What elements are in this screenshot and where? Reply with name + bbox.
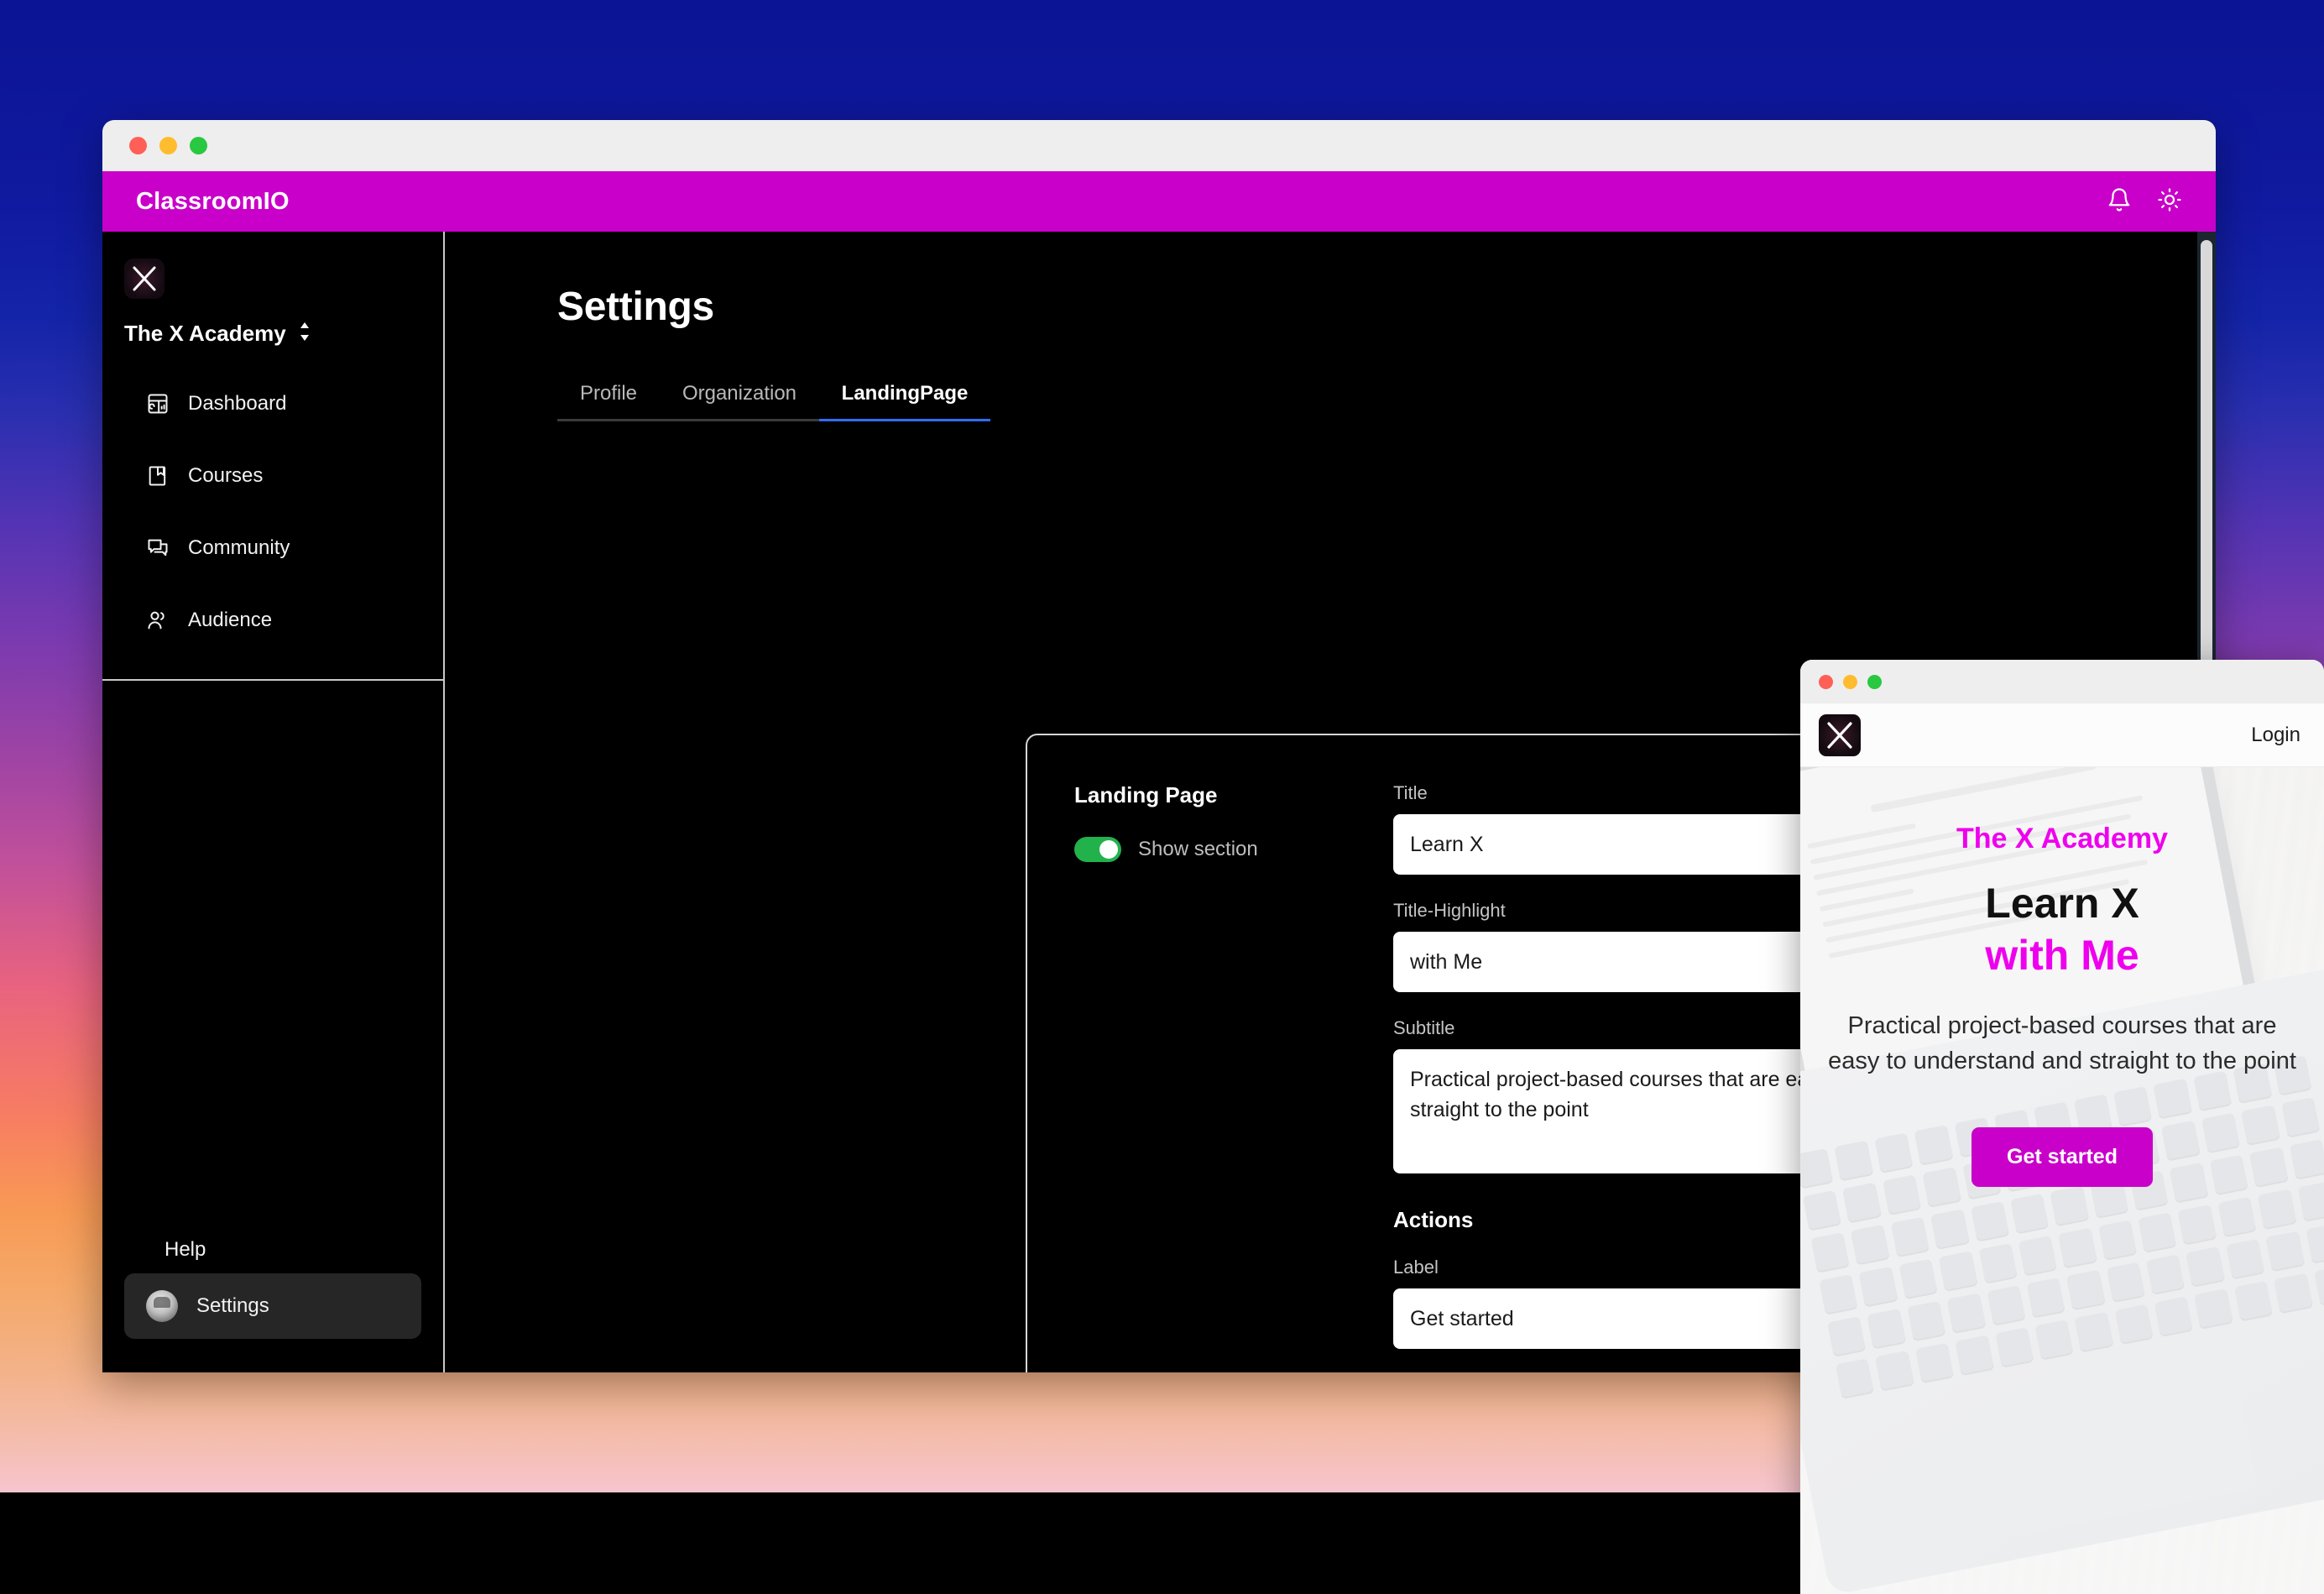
- preview-hero-content: The X Academy Learn X with Me Practical …: [1800, 767, 2324, 1594]
- preview-maximize-button[interactable]: [1867, 675, 1882, 689]
- avatar: [146, 1290, 178, 1322]
- preview-title: Learn X: [1985, 879, 2139, 928]
- card-left-column: Landing Page Show section: [1027, 782, 1393, 1372]
- bell-icon[interactable]: [2107, 187, 2132, 217]
- show-section-toggle[interactable]: [1074, 837, 1121, 862]
- minimize-window-button[interactable]: [159, 137, 177, 154]
- sidebar-spacer: [102, 681, 443, 1226]
- sidebar: The X Academy: [102, 232, 445, 1372]
- preview-hero: The X Academy Learn X with Me Practical …: [1800, 767, 2324, 1594]
- sidebar-item-dashboard[interactable]: Dashboard: [146, 380, 421, 427]
- preview-titlebar: [1800, 660, 2324, 703]
- book-icon: [146, 464, 170, 488]
- users-icon: [146, 609, 170, 632]
- org-switcher[interactable]: The X Academy: [124, 321, 443, 347]
- sidebar-item-label: Audience: [188, 609, 272, 632]
- tab-landingpage[interactable]: LandingPage: [819, 382, 990, 421]
- sidebar-item-courses[interactable]: Courses: [146, 452, 421, 499]
- window-titlebar: [102, 120, 2216, 171]
- preview-navbar: Login: [1800, 703, 2324, 767]
- login-link[interactable]: Login: [2251, 724, 2300, 747]
- preview-org-name: The X Academy: [1956, 823, 2168, 855]
- show-section-label: Show section: [1138, 838, 1258, 861]
- sidebar-item-label: Courses: [188, 464, 263, 488]
- chevron-updown-icon[interactable]: [298, 321, 311, 347]
- preview-get-started-button[interactable]: Get started: [1971, 1127, 2153, 1187]
- sidebar-item-help[interactable]: Help: [124, 1226, 421, 1273]
- settings-tabs: Profile Organization LandingPage: [557, 382, 990, 421]
- page-title: Settings: [557, 284, 2216, 330]
- sidebar-item-settings[interactable]: Settings: [124, 1273, 421, 1339]
- sun-icon[interactable]: [2157, 187, 2182, 217]
- sidebar-item-label: Dashboard: [188, 392, 286, 415]
- dashboard-icon: [146, 392, 170, 415]
- sidebar-item-label: Community: [188, 536, 290, 560]
- app-brand-title: ClassroomIO: [136, 188, 290, 216]
- sidebar-bottom-nav: Help Settings: [102, 1226, 443, 1372]
- sidebar-item-community[interactable]: Community: [146, 525, 421, 572]
- tab-profile[interactable]: Profile: [557, 382, 660, 421]
- close-window-button[interactable]: [129, 137, 147, 154]
- maximize-window-button[interactable]: [190, 137, 207, 154]
- chat-icon: [146, 536, 170, 560]
- show-section-row: Show section: [1074, 837, 1393, 862]
- org-name: The X Academy: [124, 321, 286, 347]
- sidebar-nav: Dashboard Courses: [102, 380, 443, 669]
- x-academy-logo-icon: [124, 259, 165, 299]
- preview-subtitle: Practical project-based courses that are…: [1827, 1008, 2297, 1079]
- tab-organization[interactable]: Organization: [660, 382, 819, 421]
- card-section-title: Landing Page: [1074, 782, 1393, 808]
- sidebar-item-audience[interactable]: Audience: [146, 597, 421, 644]
- preview-window: Login: [1800, 660, 2324, 1594]
- preview-minimize-button[interactable]: [1843, 675, 1857, 689]
- x-academy-logo-icon[interactable]: [1819, 714, 1861, 756]
- app-header: ClassroomIO: [102, 171, 2216, 232]
- scrollbar-thumb[interactable]: [2201, 240, 2212, 677]
- sidebar-item-label: Settings: [196, 1294, 269, 1318]
- preview-title-highlight: with Me: [1985, 931, 2139, 980]
- preview-close-button[interactable]: [1819, 675, 1833, 689]
- sidebar-item-label: Help: [165, 1238, 206, 1262]
